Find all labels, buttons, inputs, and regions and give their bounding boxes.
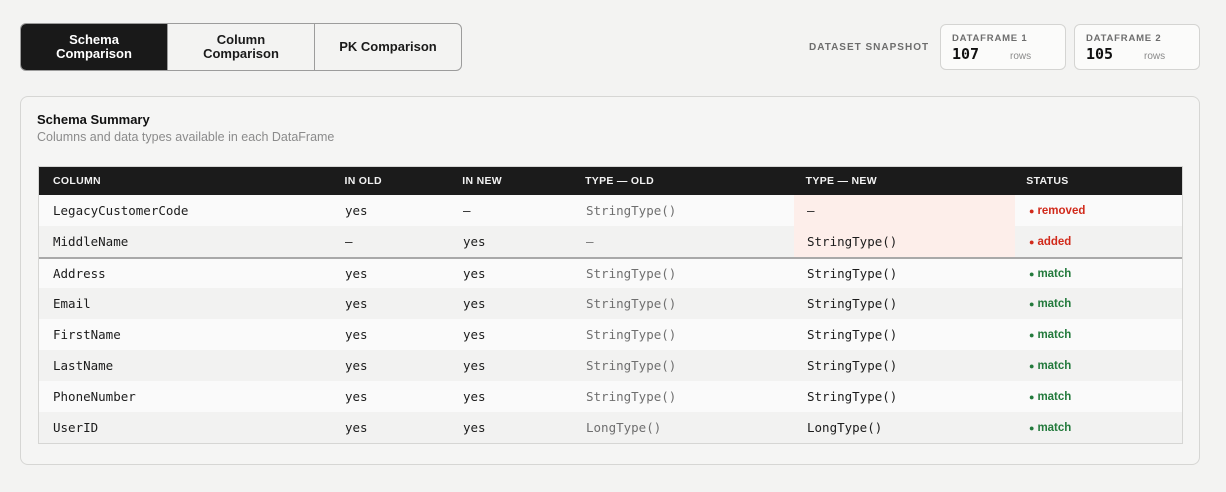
- cell-type-new: StringType(): [807, 358, 898, 373]
- cell-status: ● match: [1015, 412, 1171, 443]
- header-column[interactable]: COLUMN: [39, 175, 344, 187]
- dataframe-2-row-count: 105: [1086, 45, 1114, 63]
- cell-in-new: yes: [463, 296, 486, 311]
- cell-status: ● match: [1015, 259, 1171, 288]
- status-dot-icon: ●: [1029, 391, 1035, 402]
- header-type-old[interactable]: TYPE — OLD: [585, 175, 806, 187]
- cell-column: Address: [53, 266, 106, 281]
- cell-type-new: LongType(): [807, 420, 883, 435]
- header-type-new[interactable]: TYPE — NEW: [806, 175, 1027, 187]
- cell-type-old: StringType(): [586, 296, 677, 311]
- cell-status: ● match: [1015, 381, 1171, 412]
- status-dot-icon: ●: [1029, 360, 1035, 371]
- status-badge: added: [1037, 235, 1072, 248]
- status-dot-icon: ●: [1029, 298, 1035, 309]
- cell-in-old: yes: [345, 203, 368, 218]
- status-badge: match: [1037, 421, 1072, 434]
- cell-in-new: —: [463, 203, 471, 218]
- table-row: Address yes yes StringType() StringType() ● ma…: [39, 257, 1182, 288]
- tab-pk-comparison[interactable]: PK Comparison: [315, 24, 461, 70]
- dataset-snapshot-label: DATASET SNAPSHOT: [809, 42, 930, 53]
- table-body: LegacyCustomerCode yes — StringType() — ● remo…: [39, 195, 1182, 443]
- table-row: MiddleName — yes — StringType() ● added: [39, 226, 1182, 257]
- cell-type-old: StringType(): [586, 389, 677, 404]
- cell-in-old: yes: [345, 389, 368, 404]
- cell-type-old: LongType(): [586, 420, 662, 435]
- status-dot-icon: ●: [1029, 329, 1035, 340]
- cell-column: Email: [53, 296, 91, 311]
- cell-column: FirstName: [53, 327, 121, 342]
- header-status[interactable]: STATUS: [1026, 175, 1182, 187]
- cell-column: UserID: [53, 420, 99, 435]
- cell-type-new: StringType(): [794, 226, 1015, 257]
- cell-column: PhoneNumber: [53, 389, 136, 404]
- cell-in-new: yes: [463, 234, 486, 249]
- cell-type-new: —: [794, 195, 1015, 226]
- status-dot-icon: ●: [1029, 422, 1035, 433]
- cell-type-new: StringType(): [807, 389, 898, 404]
- dataframe-1-row-count: 107: [952, 45, 980, 63]
- status-badge: match: [1037, 359, 1072, 372]
- header-in-old[interactable]: IN OLD: [344, 175, 462, 187]
- status-badge: match: [1037, 267, 1072, 280]
- schema-table: COLUMN IN OLD IN NEW TYPE — OLD TYPE — N…: [38, 166, 1183, 444]
- cell-in-old: yes: [345, 358, 368, 373]
- table-row: LegacyCustomerCode yes — StringType() — ● remo…: [39, 195, 1182, 226]
- cell-column: LegacyCustomerCode: [53, 203, 189, 218]
- cell-column: LastName: [53, 358, 114, 373]
- table-row: PhoneNumber yes yes StringType() StringType(…: [39, 381, 1182, 412]
- cell-in-old: yes: [345, 327, 368, 342]
- status-dot-icon: ●: [1029, 236, 1035, 247]
- dataframe-2-unit: rows: [1144, 51, 1166, 62]
- cell-in-old: yes: [345, 266, 368, 281]
- table-row: FirstName yes yes StringType() StringType() ●…: [39, 319, 1182, 350]
- cell-type-old: StringType(): [586, 358, 677, 373]
- dataframe-2-caption: DATAFRAME 2: [1086, 33, 1162, 44]
- cell-type-new: StringType(): [807, 327, 898, 342]
- panel-title: Schema Summary: [37, 112, 150, 127]
- comparison-tabs: Schema Comparison Column Comparison PK C…: [20, 23, 462, 71]
- cell-in-new: yes: [463, 358, 486, 373]
- schema-summary-panel: Schema Summary Columns and data types av…: [20, 96, 1200, 465]
- status-dot-icon: ●: [1029, 205, 1035, 216]
- status-badge: removed: [1037, 204, 1086, 217]
- panel-subtitle: Columns and data types available in each…: [37, 130, 335, 144]
- tab-column-comparison[interactable]: Column Comparison: [168, 24, 315, 70]
- dataframe-1-unit: rows: [1010, 51, 1032, 62]
- cell-status: ● match: [1015, 319, 1171, 350]
- dataframe-1-card: DATAFRAME 1 107 rows: [940, 24, 1066, 70]
- cell-status: ● removed: [1015, 195, 1171, 226]
- cell-type-new: StringType(): [807, 266, 898, 281]
- tab-schema-comparison[interactable]: Schema Comparison: [21, 24, 168, 70]
- status-badge: match: [1037, 390, 1072, 403]
- cell-status: ● added: [1015, 226, 1171, 257]
- table-row: UserID yes yes LongType() LongType() ● match: [39, 412, 1182, 443]
- table-header: COLUMN IN OLD IN NEW TYPE — OLD TYPE — N…: [39, 167, 1182, 195]
- header-in-new[interactable]: IN NEW: [462, 175, 585, 187]
- cell-in-old: —: [345, 234, 353, 249]
- cell-type-old: StringType(): [586, 203, 677, 218]
- cell-in-old: yes: [345, 296, 368, 311]
- cell-in-new: yes: [463, 420, 486, 435]
- cell-type-old: —: [586, 234, 594, 249]
- dataframe-1-caption: DATAFRAME 1: [952, 33, 1028, 44]
- status-badge: match: [1037, 328, 1072, 341]
- cell-in-old: yes: [345, 420, 368, 435]
- cell-type-new: StringType(): [807, 296, 898, 311]
- cell-type-old: StringType(): [586, 266, 677, 281]
- cell-column: MiddleName: [53, 234, 129, 249]
- cell-status: ● match: [1015, 350, 1171, 381]
- table-row: Email yes yes StringType() StringType() ● matc…: [39, 288, 1182, 319]
- cell-in-new: yes: [463, 389, 486, 404]
- cell-type-old: StringType(): [586, 327, 677, 342]
- dataframe-2-card: DATAFRAME 2 105 rows: [1074, 24, 1200, 70]
- cell-status: ● match: [1015, 288, 1171, 319]
- table-row: LastName yes yes StringType() StringType() ● m…: [39, 350, 1182, 381]
- status-badge: match: [1037, 297, 1072, 310]
- cell-in-new: yes: [463, 266, 486, 281]
- status-dot-icon: ●: [1029, 268, 1035, 279]
- cell-in-new: yes: [463, 327, 486, 342]
